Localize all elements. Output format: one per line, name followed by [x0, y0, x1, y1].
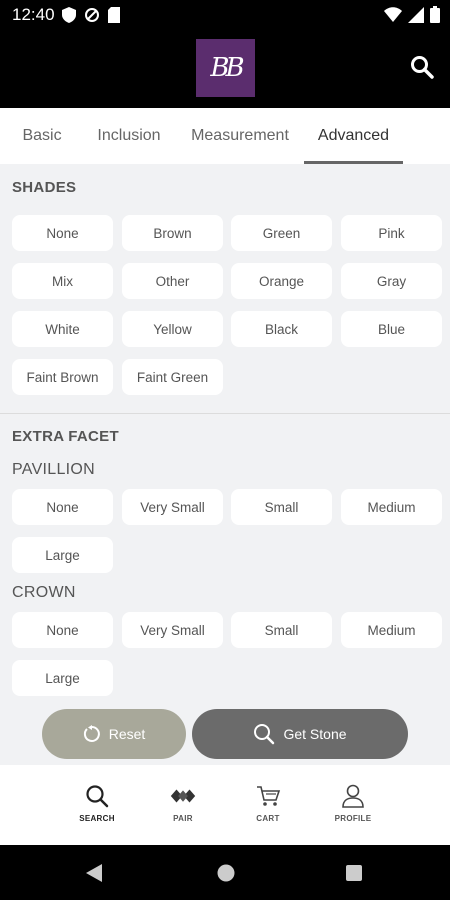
pavillion-chip[interactable]: Very Small [122, 489, 223, 525]
shield-icon [62, 7, 76, 23]
shade-chip[interactable]: None [12, 215, 113, 251]
wifi-icon [384, 6, 402, 22]
nav-pair[interactable]: PAIR [148, 783, 218, 823]
shade-chip[interactable]: Other [122, 263, 223, 299]
section-divider [0, 413, 450, 414]
status-bar: 12:40 [0, 0, 450, 30]
shade-chip[interactable]: Black [231, 311, 332, 347]
get-stone-label: Get Stone [283, 726, 347, 742]
nav-profile[interactable]: PROFILE [318, 783, 388, 823]
shade-chip[interactable]: Faint Green [122, 359, 223, 395]
tab-measurement[interactable]: Measurement [176, 108, 304, 164]
advanced-filters: SHADES None Brown Green Pink Mix Other O… [0, 164, 450, 765]
shade-chip[interactable]: Gray [341, 263, 442, 299]
shade-chip[interactable]: Pink [341, 215, 442, 251]
nav-label: PROFILE [334, 814, 372, 823]
shade-chip[interactable]: Green [231, 215, 332, 251]
shade-chip[interactable]: Yellow [122, 311, 223, 347]
recents-icon[interactable] [346, 865, 362, 881]
shades-title: SHADES [12, 179, 77, 196]
crown-chip[interactable]: Small [231, 612, 332, 648]
status-time: 12:40 [12, 5, 55, 24]
nav-cart[interactable]: CART [233, 783, 303, 823]
shade-chip[interactable]: Mix [12, 263, 113, 299]
logo-text: BB [210, 53, 244, 83]
tab-label: Basic [22, 127, 62, 144]
sd-card-icon [108, 7, 120, 23]
pavillion-chip[interactable]: Large [12, 537, 113, 573]
crown-chip[interactable]: Large [12, 660, 113, 696]
tab-label: Measurement [191, 127, 289, 144]
shade-chip[interactable]: Brown [122, 215, 223, 251]
crown-chip[interactable]: Medium [341, 612, 442, 648]
data-saver-icon [85, 8, 99, 22]
nav-label: CART [256, 814, 280, 823]
crown-chip[interactable]: Very Small [122, 612, 223, 648]
reset-label: Reset [108, 726, 146, 742]
shade-chip[interactable]: Faint Brown [12, 359, 113, 395]
pavillion-label: PAVILLION [12, 461, 96, 478]
search-icon [86, 785, 109, 808]
app-bar: BB [0, 30, 450, 108]
get-stone-button[interactable]: Get Stone [192, 709, 408, 759]
back-icon[interactable] [86, 864, 102, 882]
search-icon[interactable] [410, 55, 434, 79]
shade-chip[interactable]: Orange [231, 263, 332, 299]
shade-chip[interactable]: White [12, 311, 113, 347]
pair-icon [170, 789, 196, 803]
tab-advanced[interactable]: Advanced [304, 108, 403, 164]
pavillion-chip[interactable]: None [12, 489, 113, 525]
tab-label: Advanced [317, 127, 390, 144]
nav-label: SEARCH [79, 814, 115, 823]
filter-tabs: Basic Inclusion Measurement Advanced [0, 108, 450, 164]
nav-search[interactable]: SEARCH [62, 783, 132, 823]
reset-button[interactable]: Reset [42, 709, 186, 759]
bottom-navigation: SEARCH PAIR CART PROFILE [0, 765, 450, 845]
crown-chip[interactable]: None [12, 612, 113, 648]
battery-icon [430, 6, 440, 23]
search-icon [254, 724, 275, 745]
pavillion-chip[interactable]: Small [231, 489, 332, 525]
crown-label: CROWN [12, 584, 76, 601]
profile-icon [342, 784, 364, 808]
shade-chip[interactable]: Blue [341, 311, 442, 347]
reset-icon [83, 725, 100, 742]
brand-logo[interactable]: BB [196, 39, 255, 97]
extra-facet-title: EXTRA FACET [12, 428, 119, 445]
cell-signal-icon [408, 6, 424, 23]
tab-label: Inclusion [97, 127, 161, 144]
home-icon[interactable] [217, 864, 235, 882]
tab-inclusion[interactable]: Inclusion [84, 108, 174, 164]
nav-label: PAIR [173, 814, 193, 823]
tab-basic[interactable]: Basic [0, 108, 84, 164]
cart-icon [257, 786, 281, 806]
pavillion-chip[interactable]: Medium [341, 489, 442, 525]
system-navigation-bar [0, 845, 450, 900]
